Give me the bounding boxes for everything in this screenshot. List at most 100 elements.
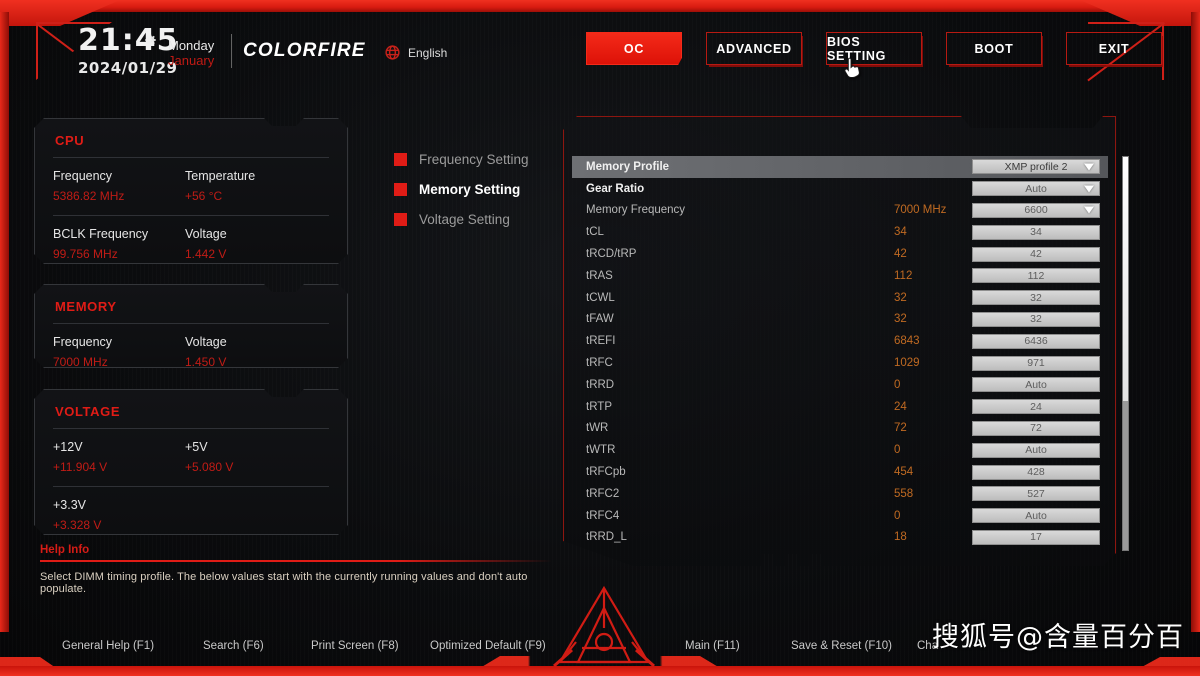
setting-dropdown[interactable]: XMP profile 2 — [972, 159, 1100, 175]
setting-field-value: 32 — [1030, 313, 1042, 326]
setting-row-label: tRTP — [586, 400, 612, 413]
frame-right-bar — [1191, 12, 1200, 632]
menu-item-voltage-setting[interactable]: Voltage Setting — [394, 204, 529, 234]
setting-value-input[interactable]: 42 — [972, 246, 1100, 262]
language-selector[interactable]: English — [384, 44, 447, 61]
setting-value-input[interactable]: 32 — [972, 290, 1100, 306]
setting-row[interactable]: tREFI 6843 6436 — [572, 330, 1108, 352]
setting-row-current-value: 6843 — [894, 335, 920, 348]
nav-tab-exit[interactable]: EXIT — [1066, 32, 1162, 65]
setting-row-current-value: 112 — [894, 269, 913, 282]
nav-tab-label: ADVANCED — [716, 41, 792, 56]
menu-item-label: Frequency Setting — [419, 151, 529, 167]
function-key-item[interactable]: Print Screen (F8) — [311, 640, 399, 652]
setting-row[interactable]: tRFC 1029 971 — [572, 352, 1108, 374]
mouse-cursor-icon — [843, 56, 863, 82]
setting-row[interactable]: tRFC4 0 Auto — [572, 505, 1108, 527]
nav-tab-oc[interactable]: OC — [586, 32, 682, 65]
setting-row[interactable]: tRFC2 558 527 — [572, 483, 1108, 505]
bullet-square-icon — [394, 182, 407, 196]
monitor-metric: +12V +11.904 V — [53, 438, 185, 477]
menu-item-frequency-setting[interactable]: Frequency Setting — [394, 144, 529, 174]
setting-row[interactable]: tRRD_L 18 17 — [572, 527, 1108, 549]
setting-row[interactable]: tRAS 112 112 — [572, 265, 1108, 287]
monitor-metric-label: +12V — [53, 440, 83, 454]
setting-value-input[interactable]: 428 — [972, 464, 1100, 480]
clock-date: 2024/01/29 — [78, 59, 178, 77]
setting-dropdown[interactable]: Auto — [972, 181, 1100, 197]
setting-value-input[interactable]: Auto — [972, 442, 1100, 458]
function-key-item[interactable]: Search (F6) — [203, 640, 264, 652]
chevron-down-icon[interactable] — [1084, 206, 1094, 214]
monitor-metric: BCLK Frequency 99.756 MHz — [53, 225, 185, 264]
gear-icon — [143, 34, 158, 49]
monitor-card-memory: MEMORY Frequency 7000 MHz Voltage 1.450 V — [34, 284, 348, 368]
monitor-metric-value: +11.904 V — [53, 460, 108, 474]
setting-row-current-value: 42 — [894, 248, 907, 261]
header-divider — [231, 34, 232, 68]
setting-row[interactable]: tWTR 0 Auto — [572, 439, 1108, 461]
function-key-item[interactable]: Optimized Default (F9) — [430, 640, 546, 652]
setting-value-input[interactable]: 971 — [972, 355, 1100, 371]
setting-row[interactable]: tRFCpb 454 428 — [572, 461, 1108, 483]
day-month-block: Monday January — [168, 38, 214, 69]
setting-row-current-value: 32 — [894, 313, 907, 326]
setting-row[interactable]: Gear Ratio Auto — [572, 178, 1108, 200]
setting-row-label: Memory Profile — [586, 160, 670, 173]
clock-block: 21:45 2024/01/29 — [78, 26, 179, 78]
setting-value-input[interactable]: 32 — [972, 311, 1100, 327]
setting-row[interactable]: tCWL 32 32 — [572, 287, 1108, 309]
function-key-item[interactable]: Main (F11) — [685, 640, 740, 652]
setting-field-value: 6600 — [1024, 204, 1048, 217]
setting-value-input[interactable]: 17 — [972, 529, 1100, 545]
monitor-metric-value: 7000 MHz — [53, 355, 108, 369]
nav-tabs: OC ADVANCED BIOS SETTING BOOT EXIT — [586, 32, 1162, 65]
setting-row[interactable]: tWR 72 72 — [572, 418, 1108, 440]
monitor-metric: Frequency 7000 MHz — [53, 333, 185, 372]
setting-row[interactable]: tRRD 0 Auto — [572, 374, 1108, 396]
setting-row-current-value: 18 — [894, 531, 907, 544]
setting-row[interactable]: Memory Frequency 7000 MHz 6600 — [572, 200, 1108, 222]
nav-tab-advanced[interactable]: ADVANCED — [706, 32, 802, 65]
setting-field-value: Auto — [1025, 378, 1047, 391]
setting-row[interactable]: tRCD/tRP 42 42 — [572, 243, 1108, 265]
monitor-metric-value: 5386.82 MHz — [53, 189, 125, 203]
chevron-down-icon[interactable] — [1084, 163, 1094, 171]
settings-scrollbar-thumb[interactable] — [1123, 157, 1128, 401]
monitor-metric: +5V +5.080 V — [185, 438, 317, 477]
setting-row[interactable]: tCL 34 34 — [572, 221, 1108, 243]
monitor-metric-label: +3.3V — [53, 498, 87, 512]
setting-value-input[interactable]: Auto — [972, 508, 1100, 524]
settings-scrollbar[interactable] — [1122, 156, 1129, 551]
setting-row[interactable]: tFAW 32 32 — [572, 309, 1108, 331]
setting-value-input[interactable]: 112 — [972, 268, 1100, 284]
setting-field-value: 24 — [1030, 400, 1042, 413]
setting-dropdown[interactable]: 6600 — [972, 202, 1100, 218]
setting-value-input[interactable]: 72 — [972, 420, 1100, 436]
setting-value-input[interactable]: 34 — [972, 224, 1100, 240]
monitor-metric-label: Frequency — [53, 169, 113, 183]
setting-row[interactable]: tRTP 24 24 — [572, 396, 1108, 418]
monitor-metric-label: +5V — [185, 440, 208, 454]
setting-field-value: XMP profile 2 — [1004, 160, 1068, 173]
nav-tab-bios-setting[interactable]: BIOS SETTING — [826, 32, 922, 65]
setting-field-value: 971 — [1027, 357, 1045, 370]
monitor-metric-label: BCLK Frequency — [53, 227, 149, 241]
nav-tab-label: BOOT — [974, 41, 1014, 56]
setting-value-input[interactable]: Auto — [972, 377, 1100, 393]
setting-value-input[interactable]: 6436 — [972, 333, 1100, 349]
setting-value-input[interactable]: 527 — [972, 486, 1100, 502]
setting-value-input[interactable]: 24 — [972, 399, 1100, 415]
setting-row[interactable]: Memory Profile XMP profile 2 — [572, 156, 1108, 178]
menu-item-memory-setting[interactable]: Memory Setting — [394, 174, 529, 204]
setting-row-label: tRCD/tRP — [586, 248, 637, 261]
monitor-metric-value: +56 °C — [185, 189, 223, 203]
setting-row-label: tRFC — [586, 357, 613, 370]
function-key-item[interactable]: Save & Reset (F10) — [791, 640, 892, 652]
chevron-down-icon[interactable] — [1084, 185, 1094, 193]
setting-row-current-value: 72 — [894, 422, 907, 435]
nav-tab-boot[interactable]: BOOT — [946, 32, 1042, 65]
function-key-item[interactable]: General Help (F1) — [62, 640, 154, 652]
brand-logo: COLORFIRE — [243, 40, 366, 61]
help-info-text: Select DIMM timing profile. The below va… — [40, 571, 528, 595]
